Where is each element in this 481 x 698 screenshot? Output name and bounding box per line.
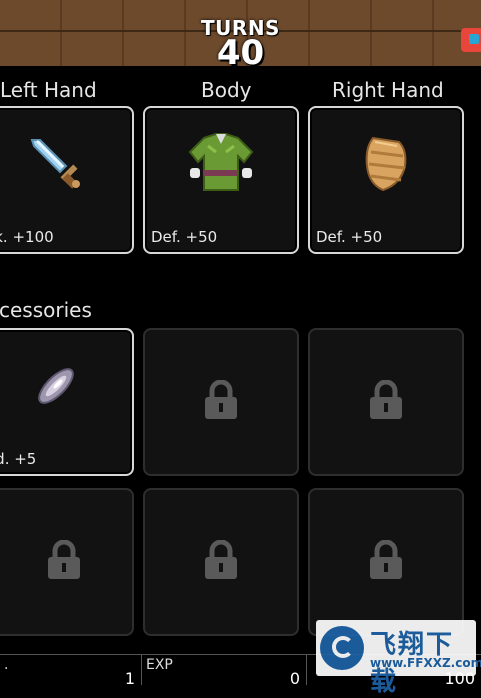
slot-accessory-6[interactable] bbox=[308, 488, 464, 636]
shield-icon bbox=[361, 134, 411, 198]
lock-icon bbox=[368, 539, 404, 584]
watermark-url: www.FFXXZ.com bbox=[370, 656, 481, 670]
slot-accessory-2[interactable] bbox=[143, 328, 299, 476]
stat-label: EXP bbox=[146, 657, 173, 673]
slot-body[interactable]: Def. +50 bbox=[143, 106, 299, 254]
armor-icon bbox=[186, 132, 256, 200]
slot-accessory-3[interactable] bbox=[308, 328, 464, 476]
lock-icon bbox=[368, 379, 404, 424]
stat-value: 1 bbox=[124, 669, 135, 688]
lock-icon bbox=[203, 379, 239, 424]
sword-icon bbox=[26, 134, 86, 198]
lock-icon bbox=[203, 539, 239, 584]
ring-icon bbox=[28, 358, 84, 418]
header-left-hand: Left Hand bbox=[0, 78, 97, 102]
slot-stat: ck. +100 bbox=[0, 228, 54, 246]
slot-stat: od. +5 bbox=[0, 450, 37, 468]
stat-cell-exp: EXP 0 bbox=[141, 655, 306, 688]
section-accessories-label: ccessories bbox=[0, 298, 92, 322]
slot-stat: Def. +50 bbox=[316, 228, 383, 246]
site-watermark: 飞翔下载 www.FFXXZ.com bbox=[316, 620, 481, 697]
slot-stat: Def. +50 bbox=[151, 228, 218, 246]
menu-button[interactable] bbox=[461, 28, 481, 52]
header-body: Body bbox=[201, 78, 252, 102]
slot-right-hand[interactable]: Def. +50 bbox=[308, 106, 464, 254]
slot-accessory-1[interactable]: od. +5 bbox=[0, 328, 134, 476]
stat-value: 0 bbox=[289, 669, 300, 688]
slot-left-hand[interactable]: ck. +100 bbox=[0, 106, 134, 254]
stat-cell-level: . 1 bbox=[0, 655, 141, 688]
stat-label: . bbox=[4, 657, 9, 673]
header-right-hand: Right Hand bbox=[332, 78, 444, 102]
turns-label: TURNS bbox=[201, 16, 280, 40]
watermark-logo-icon bbox=[320, 626, 364, 670]
slot-accessory-4[interactable] bbox=[0, 488, 134, 636]
slot-accessory-5[interactable] bbox=[143, 488, 299, 636]
turns-counter: 40 bbox=[216, 33, 265, 73]
lock-icon bbox=[46, 539, 82, 584]
